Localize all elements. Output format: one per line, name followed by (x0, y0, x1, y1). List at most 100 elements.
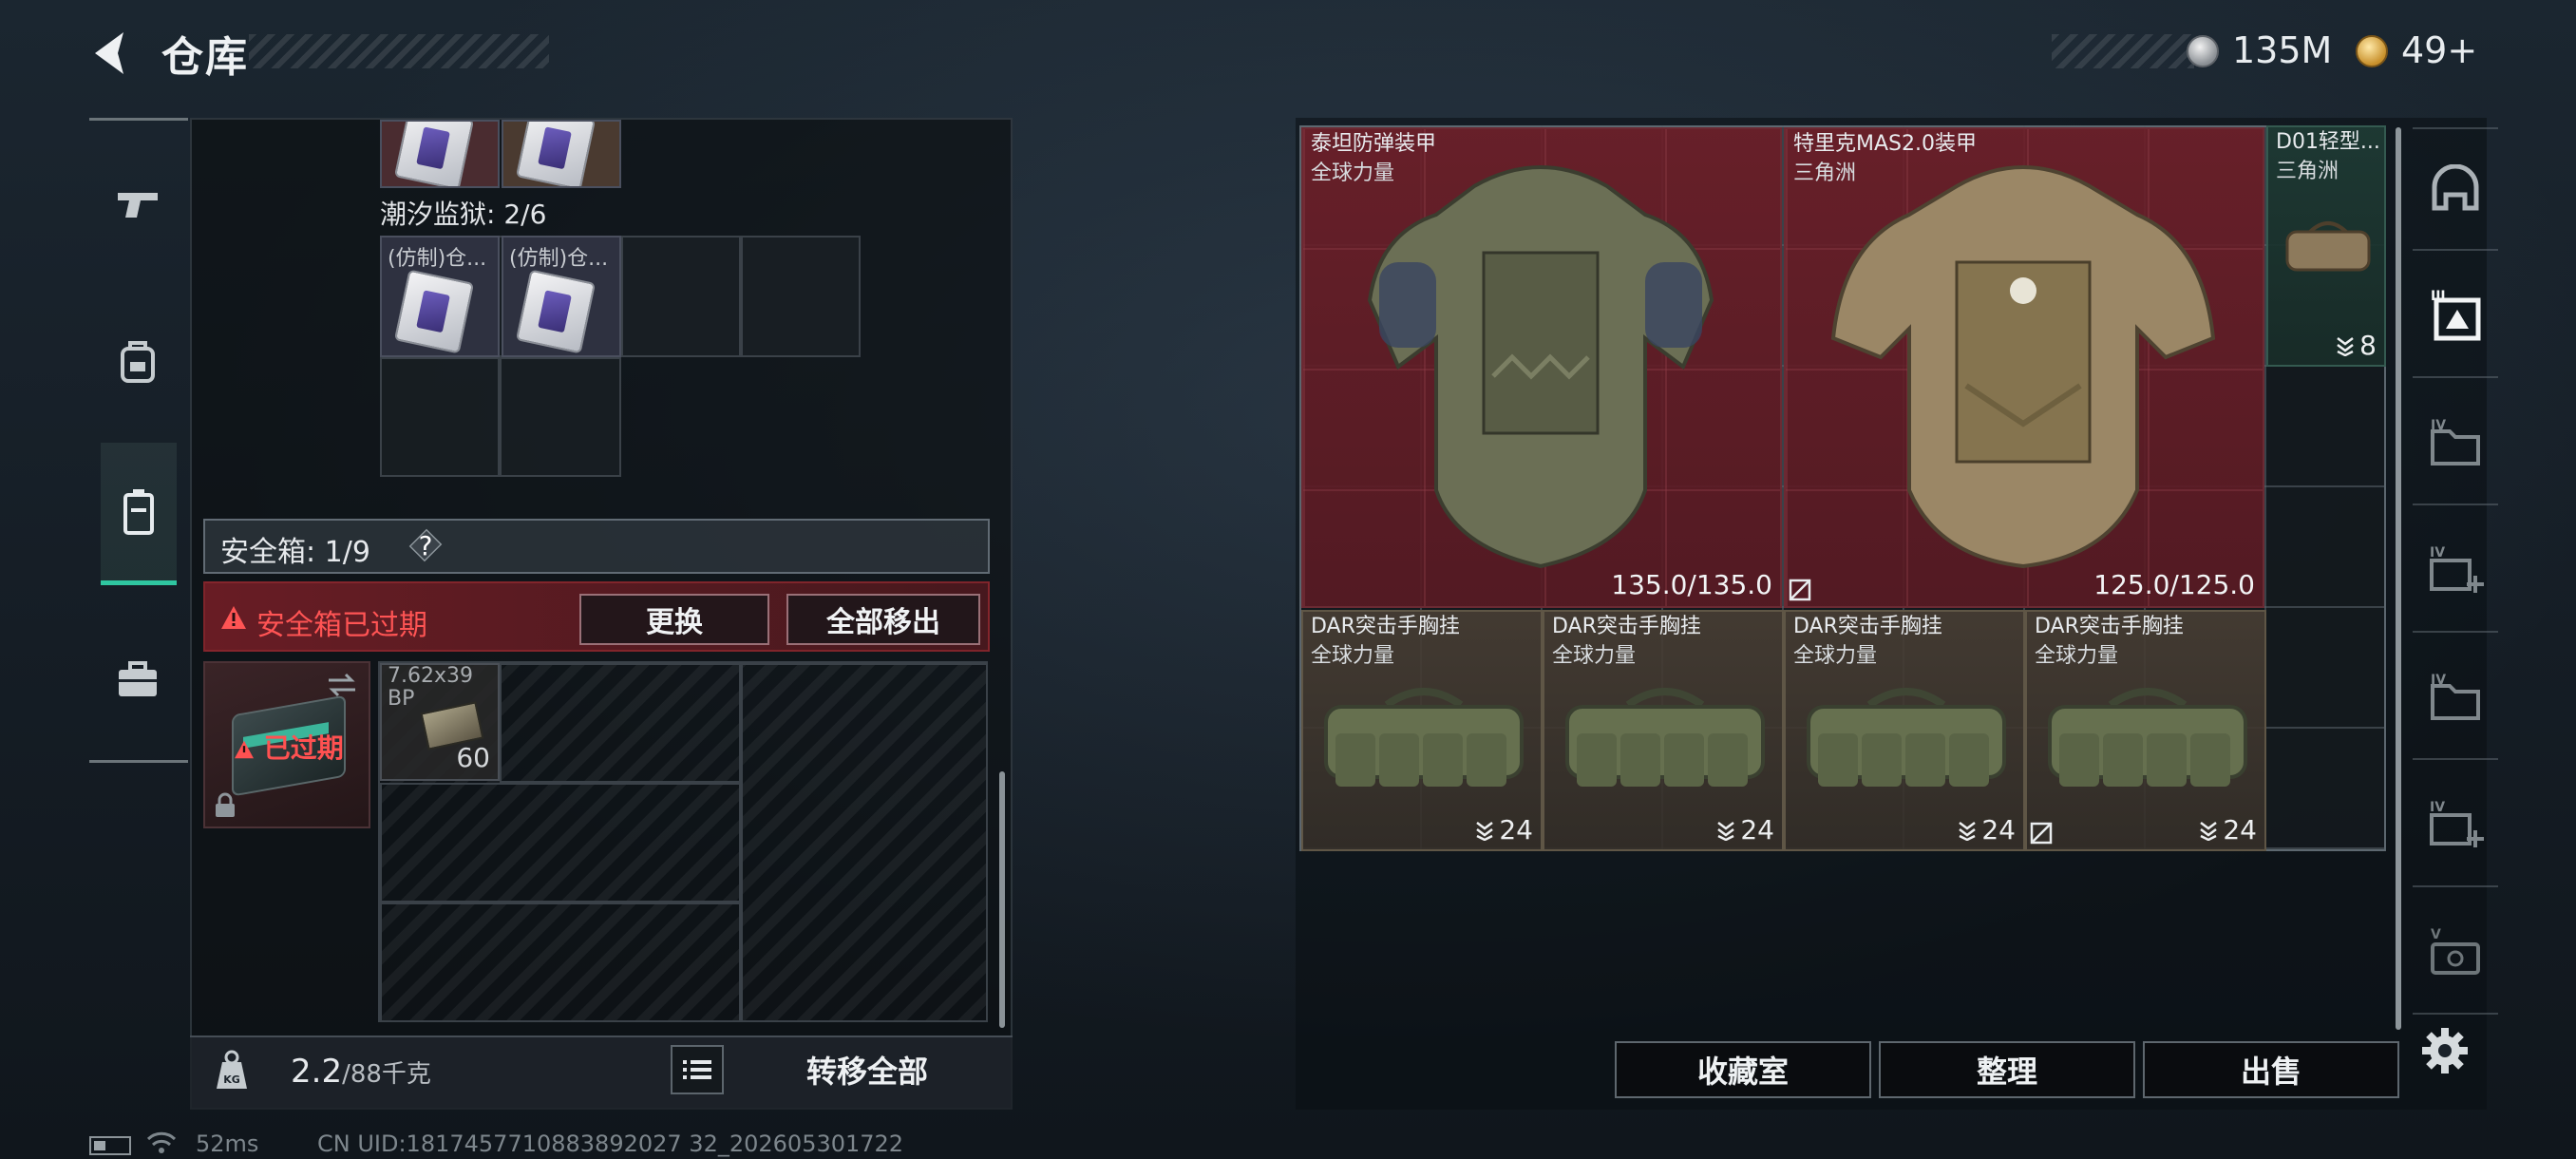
item-name: DAR突击手胸挂 (1311, 615, 1460, 638)
item-count-value: 8 (2359, 330, 2377, 361)
case-V-icon: V (2431, 927, 2480, 975)
armor-item[interactable]: 泰坦防弹装甲 全球力量 135.0/135.0 (1301, 127, 1782, 608)
side-tab-gallery[interactable]: III (2413, 255, 2498, 378)
rig-item[interactable]: DAR突击手胸挂 全球力量 24 (1784, 610, 2025, 851)
move-all-out-button[interactable]: 全部移出 (786, 594, 980, 645)
grid-cell[interactable] (380, 357, 500, 477)
nav-top-divider (89, 118, 188, 121)
pistol-icon (118, 193, 158, 218)
nav-bottom-divider (89, 760, 188, 763)
nav-safe-box[interactable] (101, 443, 177, 585)
chest-rig-icon (1565, 688, 1765, 787)
grid-cell[interactable] (621, 236, 741, 357)
stack-icon (2200, 821, 2218, 841)
wifi-icon (146, 1131, 177, 1153)
battery-icon (89, 1136, 131, 1155)
folder-IV-icon: IV (2431, 418, 2480, 466)
grid-cell[interactable] (380, 902, 741, 1022)
uid-readout: CN UID:1817457710883892027 32_2026053017… (317, 1130, 904, 1157)
backpack-icon (121, 341, 155, 383)
sort-button[interactable]: 整理 (1879, 1041, 2135, 1098)
swap-icon[interactable] (325, 671, 359, 699)
rig-item[interactable]: DAR突击手胸挂 全球力量 24 (2025, 610, 2266, 851)
item-count: 8 (2335, 330, 2377, 361)
transfer-all-button[interactable]: 转移全部 (731, 1036, 1003, 1104)
safe-box-icon (123, 488, 154, 535)
svg-text:KG: KG (223, 1074, 240, 1086)
weight-icon: KG (217, 1050, 247, 1089)
page-title: 仓库 (161, 33, 249, 82)
safe-box-capacity: 安全箱: 1/9 (220, 536, 370, 569)
side-tab-folder-iv-2[interactable]: IV (2413, 636, 2498, 760)
helmet-tab-icon (2432, 164, 2479, 211)
rig-item[interactable]: DAR突击手胸挂 全球力量 24 (1301, 610, 1543, 851)
item-source: 全球力量 (1552, 644, 1637, 668)
side-tab-helmet[interactable] (2413, 127, 2498, 251)
weight-readout: 2.2/88千克 (291, 1053, 431, 1091)
durability: 135.0/135.0 (1611, 569, 1772, 600)
grid-cell[interactable] (500, 663, 741, 783)
list-icon (683, 1060, 711, 1079)
back-arrow-icon[interactable] (85, 27, 139, 80)
replace-button[interactable]: 更换 (579, 594, 769, 645)
item-name: D01轻型... (2276, 130, 2380, 154)
rig-item[interactable]: DAR突击手胸挂 全球力量 24 (1543, 610, 1784, 851)
add-IV-2-icon: IV (2430, 800, 2484, 847)
item-count: 24 (2198, 814, 2257, 846)
section-label: 潮汐监狱: 2/6 (380, 199, 547, 230)
list-view-button[interactable] (671, 1045, 724, 1094)
stack-icon (1476, 821, 1494, 841)
help-glyph: ? (418, 529, 433, 561)
card-icon (393, 122, 475, 186)
inventory-scrollbar[interactable] (2396, 127, 2401, 1030)
side-tab-add-iv-2[interactable]: IV (2413, 764, 2498, 887)
item-source: 三角洲 (1793, 162, 1857, 185)
item-count: 24 (1474, 814, 1533, 846)
side-tab-folder-iv[interactable]: IV (2413, 382, 2498, 505)
stack-icon (1717, 821, 1735, 841)
partial-item[interactable] (502, 120, 621, 188)
help-icon[interactable]: ? (408, 526, 443, 564)
stash-item[interactable]: (仿制)仓... (380, 236, 500, 357)
item-source: 全球力量 (1311, 644, 1395, 668)
partial-item[interactable] (380, 120, 500, 188)
sell-button[interactable]: 出售 (2143, 1041, 2399, 1098)
no-insure-icon (1789, 579, 1811, 601)
item-count-value: 24 (1740, 814, 1774, 846)
gallery-tab-icon: III (2431, 289, 2481, 341)
armor-item[interactable]: 特里克MAS2.0装甲 三角洲 125.0/125.0 (1784, 127, 2264, 608)
grid-cell[interactable] (741, 663, 988, 1022)
grid-cell[interactable] (741, 236, 861, 357)
expired-overlay: 已过期 (234, 728, 344, 766)
ammo-item[interactable]: 7.62x39 BP 60 (380, 663, 500, 781)
card-icon (393, 269, 475, 354)
stash-scrollbar[interactable] (999, 771, 1005, 1028)
stack-icon (2337, 336, 2354, 356)
svg-text:IV: IV (2431, 418, 2446, 433)
svg-text:V: V (2431, 927, 2441, 942)
nav-weapons[interactable] (95, 133, 180, 276)
nav-backpack[interactable] (95, 291, 180, 433)
item-count-value: 24 (1981, 814, 2016, 846)
gear-icon[interactable] (2420, 1026, 2470, 1075)
safe-box-slot[interactable]: 已过期 (203, 661, 370, 828)
gold-currency-amount[interactable]: 49+ (2401, 29, 2477, 71)
stash-item[interactable]: (仿制)仓... (502, 236, 621, 357)
card-icon (515, 269, 597, 354)
chest-rig-icon (1324, 688, 1524, 787)
durability: 125.0/125.0 (2093, 569, 2255, 600)
side-tab-case-v[interactable]: V (2413, 891, 2498, 1015)
silver-currency-amount[interactable]: 135M (2232, 29, 2332, 71)
ping-readout: 52ms (196, 1130, 259, 1157)
gold-coin-icon (2356, 35, 2388, 67)
grid-cell[interactable] (380, 783, 741, 902)
side-tab-add-iv[interactable]: IV (2413, 509, 2498, 633)
grid-cell[interactable] (500, 357, 621, 477)
d01-item[interactable]: D01轻型... 三角洲 8 (2266, 125, 2386, 367)
nav-toolbox[interactable] (95, 608, 180, 750)
svg-text:III: III (2431, 289, 2446, 304)
collection-room-button[interactable]: 收藏室 (1615, 1041, 1871, 1098)
item-source: 全球力量 (1793, 644, 1878, 668)
ammo-count: 60 (456, 742, 490, 773)
silver-coin-icon (2187, 35, 2219, 67)
